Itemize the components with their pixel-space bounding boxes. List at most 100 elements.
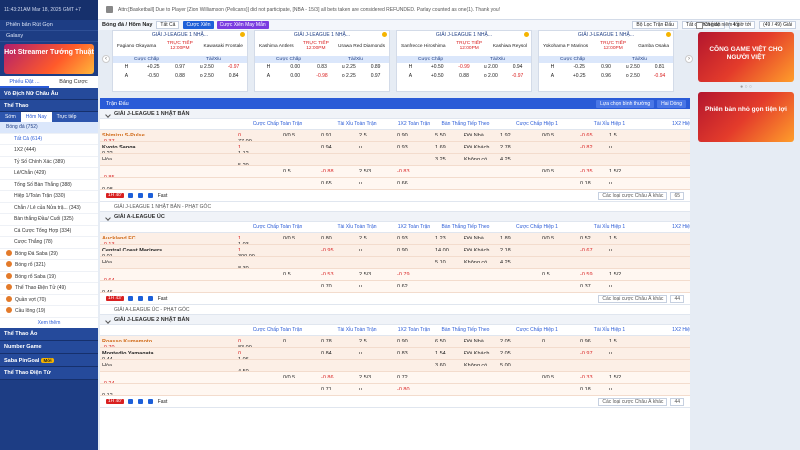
odd-cell[interactable]: 0.90 [395, 245, 433, 251]
odd-cell[interactable]: 0.52 [578, 233, 607, 239]
odd-cell[interactable]: 0.90 [593, 63, 620, 72]
sidebar-item-saba-basketball[interactable]: Bóng rổ Saba (19) [0, 272, 98, 283]
odd-cell[interactable]: 1.23 [433, 233, 462, 239]
pitch-icon[interactable] [147, 193, 153, 198]
odd-cell[interactable]: 0.97 [167, 63, 194, 72]
odd-cell[interactable]: 0.71 [319, 384, 357, 390]
odd-cell[interactable]: 0.94 [319, 142, 357, 148]
league-header[interactable]: GIẢI J-LEAGUE 1 NHẬT BẢN [100, 109, 690, 119]
odd-cell[interactable]: -0.85 [100, 172, 236, 178]
odd-cell[interactable]: -0.97 [220, 63, 247, 72]
odd-cell[interactable]: 0.83 [395, 348, 433, 354]
odd-cell[interactable]: 0.93 [395, 142, 433, 148]
parlay-button[interactable]: Cược Xiên [183, 21, 214, 29]
sidebar-item-badminton[interactable]: Cầu lông (19) [0, 306, 98, 318]
odd-cell[interactable]: 0.65 [319, 178, 357, 184]
sidebar-virtual[interactable]: Thể Thao Ảo [0, 327, 98, 341]
odd-cell[interactable]: 0.88 [451, 72, 478, 81]
selection-mode-select[interactable]: Lựa chọn bình thường [596, 99, 655, 108]
streamer-banner[interactable]: Hot Streamer Tướng Thuật [4, 44, 94, 74]
tab-bet-list[interactable]: Bảng Cược [49, 76, 98, 88]
featured-card[interactable]: GIẢI J-LEAGUE 1 NHẬ... Sanfrecce Hiroshi… [396, 30, 532, 92]
list-item[interactable]: Lẻ/Chẵn (429) [0, 168, 98, 180]
odd-cell[interactable]: 2.05 [498, 336, 540, 342]
tab-early[interactable]: Sớm [0, 112, 21, 122]
odd-cell[interactable]: 0.88 [167, 72, 194, 81]
odd-cell[interactable]: 0.18 [578, 178, 607, 184]
stats-icon[interactable] [127, 193, 133, 198]
more-count-button[interactable]: 65 [670, 191, 684, 200]
more-markets-button[interactable]: Các loại cược Châu Á khác [598, 397, 668, 406]
odd-cell[interactable]: 0.96 [578, 336, 607, 342]
galaxy-button[interactable]: Galaxy [0, 31, 98, 42]
more-markets-button[interactable]: Các loại cược Châu Á khác [598, 191, 668, 200]
odd-cell[interactable]: 1.12 [236, 148, 281, 154]
sidebar-item-tennis[interactable]: Quần vợt (70) [0, 295, 98, 306]
odds-rows-select[interactable]: Hai Dòng [657, 99, 686, 108]
odd-cell[interactable]: -0.95 [319, 245, 357, 251]
odd-cell[interactable]: 0.91 [319, 130, 357, 136]
odd-cell[interactable]: 5.10 [433, 257, 462, 263]
odd-cell[interactable]: 5.00 [498, 360, 540, 366]
odd-cell[interactable]: 3.25 [433, 154, 462, 160]
lucky-parlay-button[interactable]: Cược Xiên May Mắn [216, 21, 269, 29]
stats-icon[interactable] [127, 399, 133, 404]
odd-cell[interactable]: 1.06 [236, 354, 281, 360]
odd-cell[interactable]: 0.62 [395, 281, 433, 287]
odd-cell[interactable]: 0.96 [593, 72, 620, 81]
odd-cell[interactable]: -0.67 [578, 245, 607, 251]
odd-cell[interactable]: 0.66 [395, 178, 433, 184]
carousel-prev-button[interactable]: ‹ [102, 55, 110, 63]
sidebar-item-esports[interactable]: Thể Thao Điện Tử (49) [0, 283, 98, 295]
odd-cell[interactable]: -0.79 [395, 269, 433, 275]
featured-card[interactable]: GIẢI J-LEAGUE 1 NHẬ... Fagiano Okayama TR… [112, 30, 248, 92]
odd-cell[interactable]: -0.70 [100, 342, 236, 348]
odd-cell[interactable]: 0.44 [100, 354, 236, 360]
tab-betslip[interactable]: Phiếu Đặt ... [0, 76, 49, 88]
odd-cell[interactable]: 0.12 [100, 390, 236, 396]
odd-cell[interactable]: 77.00 [236, 136, 281, 142]
sidebar-sports[interactable]: Thể Thao [0, 100, 98, 112]
odd-cell[interactable]: -0.65 [578, 130, 607, 136]
odd-cell[interactable]: 0.94 [504, 63, 531, 72]
odd-cell[interactable]: 8.30 [236, 263, 281, 269]
odd-cell[interactable]: 2.78 [498, 142, 540, 148]
dark-mode-checkbox[interactable]: Chế độ niêm tối [692, 20, 800, 30]
odd-cell[interactable]: 3.60 [433, 360, 462, 366]
sidebar-item-saba-soccer[interactable]: Bóng Đá Saba (29) [0, 249, 98, 260]
pitch-icon[interactable] [147, 399, 153, 404]
sidebar-item-soccer[interactable]: Bóng đá (752) [0, 122, 98, 134]
list-item[interactable]: Chẵn / Lẻ của Nửa trậ... (343) [0, 203, 98, 214]
odd-cell[interactable]: 0.37 [578, 281, 607, 287]
league-header[interactable]: GIẢI J-LEAGUE 2 NHẬT BẢN [100, 315, 690, 325]
odd-cell[interactable]: -0.24 [100, 378, 236, 384]
tv-icon[interactable] [137, 399, 143, 404]
odd-cell[interactable]: 2.18 [498, 245, 540, 251]
list-item[interactable]: Tổng Số Bàn Thắng (388) [0, 180, 98, 191]
tv-icon[interactable] [137, 193, 143, 198]
fast-label[interactable]: Fast [158, 296, 168, 302]
compact-version-button[interactable]: Phiên bản Rút Gọn [0, 20, 98, 31]
more-markets-button[interactable]: Các loại cược Châu Á khác [598, 294, 668, 303]
odd-cell[interactable]: -0.53 [319, 269, 357, 275]
odd-cell[interactable]: 0.80 [319, 233, 357, 239]
odd-cell[interactable]: 1.03 [236, 239, 281, 245]
compact-promo-banner[interactable]: Phiên bản nhỏ gọn tiện lợi [698, 92, 794, 142]
list-item[interactable]: Tỷ Số Chính Xác (389) [0, 157, 98, 168]
list-item[interactable]: Cược Thắng (78) [0, 237, 98, 249]
odd-cell[interactable]: 2.05 [498, 348, 540, 354]
odd-cell[interactable]: 0.83 [309, 63, 336, 72]
odd-cell[interactable]: -0.88 [319, 166, 357, 172]
odd-cell[interactable]: -0.80 [395, 384, 433, 390]
tab-live[interactable]: Trực tiếp [52, 112, 82, 122]
odd-cell[interactable]: 4.25 [498, 257, 540, 263]
odd-cell[interactable]: 0.90 [395, 130, 433, 136]
odd-cell[interactable]: 4.50 [236, 366, 281, 372]
more-count-button[interactable]: 44 [670, 397, 684, 406]
sidebar-item-basketball[interactable]: Bóng rổ (321) [0, 260, 98, 272]
odd-cell[interactable]: 0.84 [319, 348, 357, 354]
odd-cell[interactable]: -0.86 [319, 372, 357, 378]
odd-cell[interactable]: -0.97 [578, 348, 607, 354]
odd-cell[interactable]: -0.99 [451, 63, 478, 72]
odd-cell[interactable]: -0.33 [578, 372, 607, 378]
